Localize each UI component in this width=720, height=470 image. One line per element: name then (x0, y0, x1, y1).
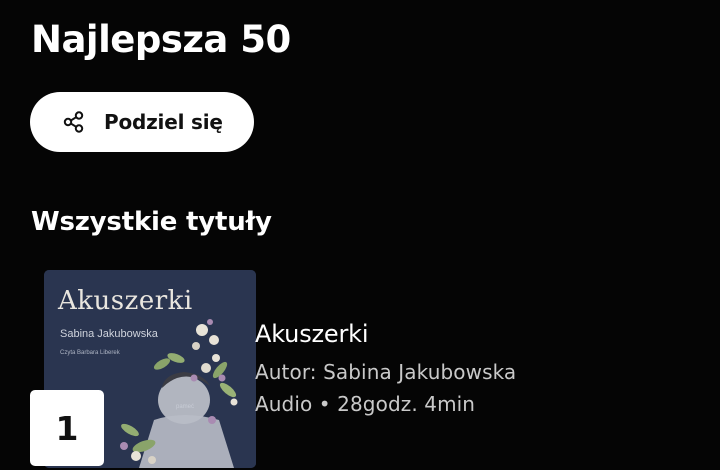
book-author: Autor: Sabina Jakubowska (255, 360, 517, 384)
book-format-duration: Audio • 28godz. 4min (255, 392, 476, 416)
rank-badge: 1 (30, 390, 104, 466)
list-item-book[interactable]: Akuszerki Sabina Jakubowska Czyta Barbar… (30, 268, 690, 470)
book-title[interactable]: Akuszerki (255, 318, 516, 350)
cover-publisher-logo: pameć (176, 404, 195, 410)
cover-title: Akuszerki (58, 286, 193, 316)
share-button[interactable]: Podziel się (30, 92, 254, 152)
share-button-label: Podziel się (104, 110, 223, 134)
book-info: Akuszerki Autor: Sabina Jakubowska Audio… (255, 318, 516, 420)
cover-narrator: Czyta Barbara Liberek (60, 350, 120, 356)
cover-author: Sabina Jakubowska (60, 328, 158, 340)
page-title: Najlepsza 50 (31, 18, 291, 61)
section-title: Wszystkie tytuły (31, 207, 272, 237)
share-icon (62, 110, 86, 134)
